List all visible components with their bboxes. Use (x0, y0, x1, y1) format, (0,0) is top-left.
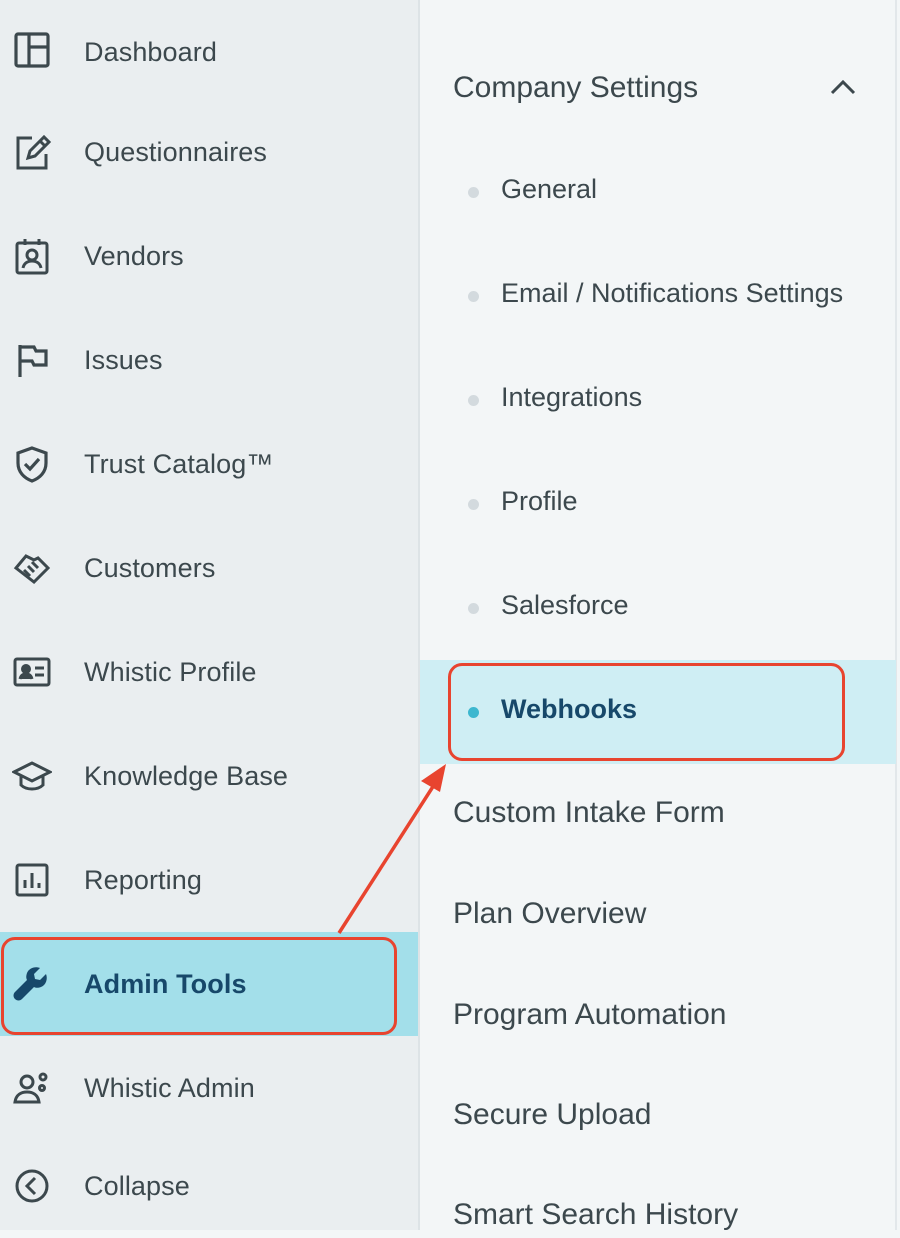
sidebar-item-dashboard[interactable]: Dashboard (0, 0, 418, 104)
sidebar-item-whistic-admin[interactable]: Whistic Admin (0, 1036, 418, 1140)
flag-icon (10, 338, 54, 382)
sidebar-item-issues[interactable]: Issues (0, 308, 418, 412)
submenu-section-company-settings[interactable]: Company Settings (453, 58, 873, 118)
sidebar-item-label: Issues (84, 344, 163, 375)
sidebar-item-trust-catalog[interactable]: Trust Catalog™ (0, 412, 418, 516)
sidebar-item-label: Trust Catalog™ (84, 448, 274, 479)
vendor-badge-icon (10, 234, 54, 278)
chevron-up-icon[interactable] (827, 72, 859, 104)
bar-chart-icon (10, 858, 54, 902)
submenu-item-general[interactable]: General (420, 140, 896, 244)
sidebar-item-label: Vendors (84, 240, 184, 271)
sidebar-item-reporting[interactable]: Reporting (0, 828, 418, 932)
edit-document-icon (10, 130, 54, 174)
sidebar-item-label: Customers (84, 552, 216, 583)
bullet-icon (468, 187, 479, 198)
handshake-icon (10, 546, 54, 590)
submenu-item-label: General (501, 174, 598, 204)
submenu-item-smart-search-history[interactable]: Smart Search History (453, 1198, 738, 1232)
submenu-item-label: Integrations (501, 382, 643, 412)
submenu-item-label: Salesforce (501, 590, 629, 620)
sidebar-item-admin-tools[interactable]: Admin Tools (0, 932, 418, 1036)
sidebar-item-label: Knowledge Base (84, 760, 289, 791)
submenu-item-label: Email / Notifications Settings (501, 278, 844, 308)
sidebar-item-label: Reporting (84, 864, 202, 895)
sidebar-item-label: Whistic Admin (84, 1072, 255, 1103)
sidebar-item-label: Whistic Profile (84, 656, 257, 687)
bullet-icon (468, 603, 479, 614)
submenu-item-integrations[interactable]: Integrations (420, 348, 896, 452)
id-card-icon (10, 650, 54, 694)
shield-check-icon (10, 442, 54, 486)
submenu-item-label: Webhooks (501, 694, 638, 724)
sidebar-item-label: Dashboard (84, 36, 217, 67)
bullet-icon (468, 499, 479, 510)
sidebar-item-whistic-profile[interactable]: Whistic Profile (0, 620, 418, 724)
sidebar-item-knowledge-base[interactable]: Knowledge Base (0, 724, 418, 828)
submenu-item-profile[interactable]: Profile (420, 452, 896, 556)
submenu-item-webhooks[interactable]: Webhooks (420, 660, 896, 764)
submenu-item-label: Profile (501, 486, 578, 516)
sidebar-item-label: Collapse (84, 1170, 190, 1201)
sidebar-item-questionnaires[interactable]: Questionnaires (0, 100, 418, 204)
graduation-cap-icon (10, 754, 54, 798)
submenu-item-program-automation[interactable]: Program Automation (453, 998, 726, 1032)
submenu-item-plan-overview[interactable]: Plan Overview (453, 897, 646, 931)
sidebar-item-label: Questionnaires (84, 136, 268, 167)
bullet-icon (468, 395, 479, 406)
dashboard-icon (10, 28, 54, 72)
sidebar-item-vendors[interactable]: Vendors (0, 204, 418, 308)
bullet-icon (468, 291, 479, 302)
wrench-icon (10, 962, 54, 1006)
submenu-item-secure-upload[interactable]: Secure Upload (453, 1098, 651, 1132)
submenu-item-email-notifications[interactable]: Email / Notifications Settings (420, 244, 896, 348)
submenu-item-custom-intake-form[interactable]: Custom Intake Form (453, 796, 725, 830)
submenu-item-salesforce[interactable]: Salesforce (420, 556, 896, 660)
sidebar-item-label: Admin Tools (84, 968, 247, 999)
bullet-icon (468, 707, 479, 718)
submenu-section-title: Company Settings (453, 71, 699, 104)
chevron-left-circle-icon (10, 1164, 54, 1208)
sidebar-item-customers[interactable]: Customers (0, 516, 418, 620)
admin-user-gear-icon (10, 1066, 54, 1110)
sidebar-item-collapse[interactable]: Collapse (0, 1134, 418, 1238)
